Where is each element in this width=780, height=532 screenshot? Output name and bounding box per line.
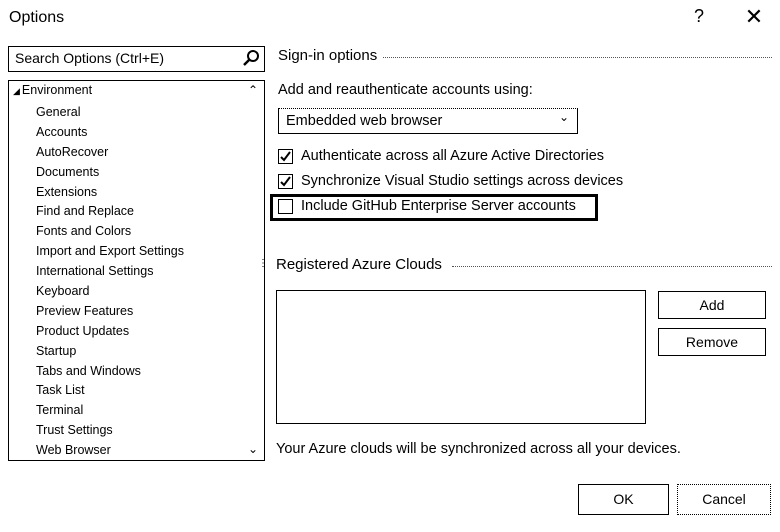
add-accounts-label: Add and reauthenticate accounts using: [278,82,533,98]
close-button[interactable]: ✕ [741,4,767,30]
tree-item-task-list[interactable]: Task List [36,381,184,401]
section-divider [380,57,772,58]
checkbox-sync-settings[interactable]: Synchronize Visual Studio settings acros… [278,173,623,189]
section-divider [452,266,772,267]
tree-item-international-settings[interactable]: International Settings [36,262,184,282]
search-icon[interactable] [242,49,260,67]
splitter[interactable]: ⋮ [258,258,268,269]
checkbox-authenticate-azure[interactable]: Authenticate across all Azure Active Dir… [278,148,604,164]
tree-item-product-updates[interactable]: Product Updates [36,322,184,342]
chevron-down-icon: ⌄ [558,110,569,124]
help-button[interactable]: ? [688,6,710,27]
search-input[interactable] [9,47,241,69]
checkmark-icon [280,175,291,187]
azure-clouds-list[interactable] [276,290,646,424]
scroll-up-chevron-icon[interactable]: ⌃ [247,83,259,97]
add-cloud-button[interactable]: Add [658,291,766,319]
tree-item-tabs-and-windows[interactable]: Tabs and Windows [36,362,184,382]
checkbox-box[interactable] [278,173,293,189]
checkbox-box[interactable] [278,198,293,214]
browser-select-value: Embedded web browser [286,113,443,129]
checkmark-icon [280,150,291,162]
tree-item-startup[interactable]: Startup [36,342,184,362]
signin-heading: Sign-in options [278,47,384,64]
checkbox-label: Include GitHub Enterprise Server account… [301,198,576,214]
cancel-button[interactable]: Cancel [677,484,771,515]
sync-note: Your Azure clouds will be synchronized a… [276,441,681,457]
tree-item-autorecover[interactable]: AutoRecover [36,143,184,163]
tree-item-find-and-replace[interactable]: Find and Replace [36,202,184,222]
tree-item-trust-settings[interactable]: Trust Settings [36,421,184,441]
tree-item-accounts[interactable]: Accounts [36,123,184,143]
expand-triangle-icon[interactable]: ◢ [13,86,20,96]
checkbox-label: Authenticate across all Azure Active Dir… [301,148,605,164]
tree-item-web-browser[interactable]: Web Browser [36,441,184,460]
search-box[interactable] [8,46,265,72]
tree-root-label: Environment [21,83,93,97]
tree-item-terminal[interactable]: Terminal [36,401,184,421]
checkbox-github-enterprise[interactable]: Include GitHub Enterprise Server account… [278,198,576,214]
checkbox-box[interactable] [278,148,293,164]
window-title: Options [9,9,65,26]
tree-item-environment[interactable]: ◢ Environment [13,83,92,97]
checkbox-label: Synchronize Visual Studio settings acros… [301,173,624,189]
tree-item-fonts-and-colors[interactable]: Fonts and Colors [36,222,184,242]
browser-select[interactable]: Embedded web browser ⌄ [278,108,578,134]
scroll-down-chevron-icon[interactable]: ⌄ [247,442,259,456]
tree-item-general[interactable]: General [36,103,184,123]
ok-button[interactable]: OK [578,484,669,515]
tree-item-extensions[interactable]: Extensions [36,183,184,203]
tree-item-keyboard[interactable]: Keyboard [36,282,184,302]
tree-item-import-and-export-settings[interactable]: Import and Export Settings [36,242,184,262]
remove-cloud-button[interactable]: Remove [658,328,766,356]
clouds-heading: Registered Azure Clouds [276,256,448,273]
tree-item-preview-features[interactable]: Preview Features [36,302,184,322]
options-tree[interactable]: ◢ Environment General Accounts AutoRecover D… [8,80,265,461]
tree-children: General Accounts AutoRecover Documents Exten… [36,103,184,460]
title-bar: Options ? ✕ [0,0,780,38]
tree-item-documents[interactable]: Documents [36,163,184,183]
